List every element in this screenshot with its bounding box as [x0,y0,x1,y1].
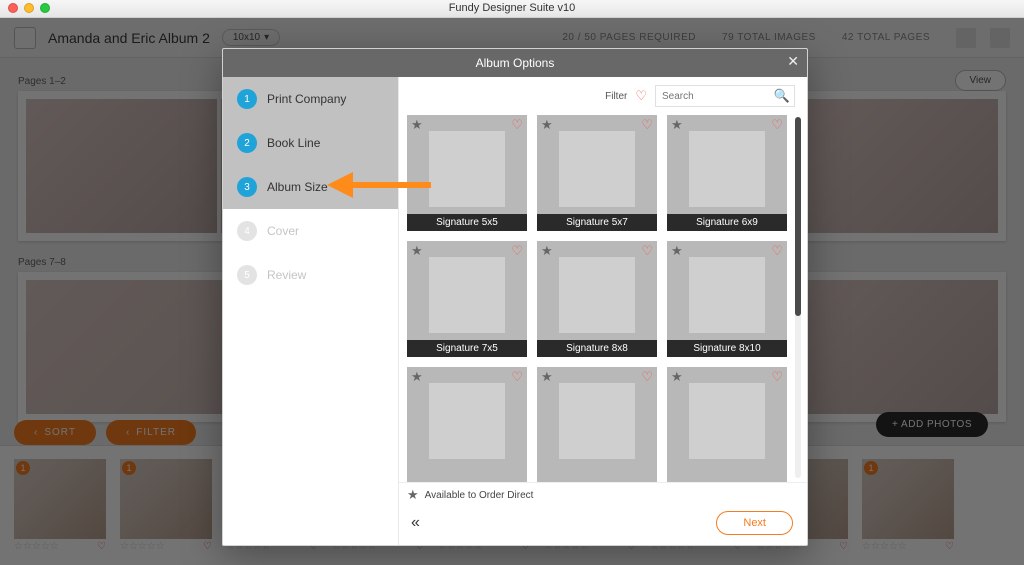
order-direct-legend: ★ Available to Order Direct [399,482,807,503]
heart-icon[interactable]: ♡ [97,541,106,552]
heart-icon[interactable]: ♡ [945,541,954,552]
star-icon: ★ [407,487,419,503]
search-icon[interactable]: 🔍 [774,88,790,104]
filmstrip-thumb[interactable]: 1 ☆☆☆☆☆♡ [14,459,106,552]
step-label: Print Company [267,92,346,106]
next-button[interactable]: Next [716,511,793,535]
back-button[interactable]: « [411,514,420,532]
star-icon: ★ [671,369,683,385]
heart-icon[interactable]: ♡ [641,369,653,385]
step-number: 3 [237,177,257,197]
sort-button-label: SORT [44,427,76,438]
star-icon: ★ [541,117,553,133]
album-size-option[interactable]: ★ ♡ Signature 5x5 [407,115,527,231]
heart-icon[interactable]: ♡ [203,541,212,552]
heart-icon[interactable]: ♡ [511,243,523,259]
star-icon: ★ [411,243,423,259]
add-photos-button[interactable]: + ADD PHOTOS [876,412,988,437]
modal-header: Album Options ✕ [223,49,807,77]
album-size-option[interactable]: ★ ♡ Signature 7x5 [407,241,527,357]
step-number: 1 [237,89,257,109]
window-titlebar: Fundy Designer Suite v10 [0,0,1024,18]
step-number: 2 [237,133,257,153]
heart-icon[interactable]: ♡ [839,541,848,552]
star-icon: ★ [411,117,423,133]
filter-button[interactable]: ‹ FILTER [106,420,196,445]
step-label: Review [267,268,306,282]
filmstrip-thumb[interactable]: 1 ☆☆☆☆☆♡ [120,459,212,552]
star-icon: ★ [541,243,553,259]
step-book-line[interactable]: 2 Book Line [223,121,398,165]
step-number: 4 [237,221,257,241]
legend-text: Available to Order Direct [425,490,534,501]
option-label: Signature 8x8 [537,340,657,357]
star-icon: ★ [671,117,683,133]
filter-heart-icon[interactable]: ♡ [635,88,647,104]
step-album-size[interactable]: 3 Album Size [223,165,398,209]
album-size-option[interactable]: ★ ♡ Signature 5x7 [537,115,657,231]
heart-icon[interactable]: ♡ [511,117,523,133]
filter-button-label: FILTER [136,427,176,438]
heart-icon[interactable]: ♡ [641,243,653,259]
step-cover[interactable]: 4 Cover [223,209,398,253]
star-icon: ★ [671,243,683,259]
star-icon: ★ [411,369,423,385]
grid-scrollbar[interactable] [795,117,801,478]
option-label: Signature 7x5 [407,340,527,357]
thumb-badge: 1 [864,461,878,475]
step-print-company[interactable]: 1 Print Company [223,77,398,121]
album-options-modal: Album Options ✕ 1 Print Company 2 Book Lin… [222,48,808,546]
star-icon: ★ [541,369,553,385]
option-label: Signature 8x10 [667,340,787,357]
album-size-option[interactable]: ★ ♡ Signature 8x8 [537,241,657,357]
step-label: Book Line [267,136,320,150]
total-pages-label: 42 TOTAL PAGES [842,32,930,43]
total-images-label: 79 TOTAL IMAGES [722,32,816,43]
album-size-option[interactable]: ★ ♡ Signature 6x9 [667,115,787,231]
option-label: Signature 5x5 [407,214,527,231]
thumb-badge: 1 [16,461,30,475]
wizard-steps: 1 Print Company 2 Book Line 3 Album Size 4C… [223,77,399,545]
rating-stars[interactable]: ☆☆☆☆☆♡ [862,541,954,552]
close-icon[interactable]: ✕ [787,53,799,70]
heart-icon[interactable]: ♡ [771,117,783,133]
heart-icon[interactable]: ♡ [771,243,783,259]
album-size-grid: ★♡Signature 5x5 ★♡Signature 5x7 ★♡Signat… [407,115,787,482]
window-title: Fundy Designer Suite v10 [0,2,1024,14]
option-label: Signature 5x7 [537,214,657,231]
step-review[interactable]: 5 Review [223,253,398,297]
rating-stars[interactable]: ☆☆☆☆☆♡ [14,541,106,552]
pages-required-status: 20 / 50 pages required [562,32,696,43]
album-size-value: 10x10 [233,32,260,43]
album-size-pill[interactable]: 10x10 ▾ [222,29,280,46]
cloud-icon[interactable] [956,28,976,48]
export-icon[interactable] [990,28,1010,48]
album-size-option[interactable]: ★♡ [537,367,657,482]
chevron-down-icon: ▾ [264,32,269,43]
step-label: Album Size [267,180,328,194]
sort-button[interactable]: ‹ SORT [14,420,96,445]
album-title: Amanda and Eric Album 2 [48,30,210,46]
heart-icon[interactable]: ♡ [511,369,523,385]
heart-icon[interactable]: ♡ [771,369,783,385]
filter-label: Filter [605,91,627,102]
album-size-option[interactable]: ★♡ [667,367,787,482]
rating-stars[interactable]: ☆☆☆☆☆♡ [120,541,212,552]
album-size-option[interactable]: ★ ♡ Signature 8x10 [667,241,787,357]
album-size-option[interactable]: ★♡ [407,367,527,482]
app-logo-icon [14,27,36,49]
thumb-badge: 1 [122,461,136,475]
step-number: 5 [237,265,257,285]
heart-icon[interactable]: ♡ [641,117,653,133]
step-label: Cover [267,224,299,238]
filmstrip-thumb[interactable]: 1 ☆☆☆☆☆♡ [862,459,954,552]
modal-title: Album Options [476,56,555,70]
option-label: Signature 6x9 [667,214,787,231]
